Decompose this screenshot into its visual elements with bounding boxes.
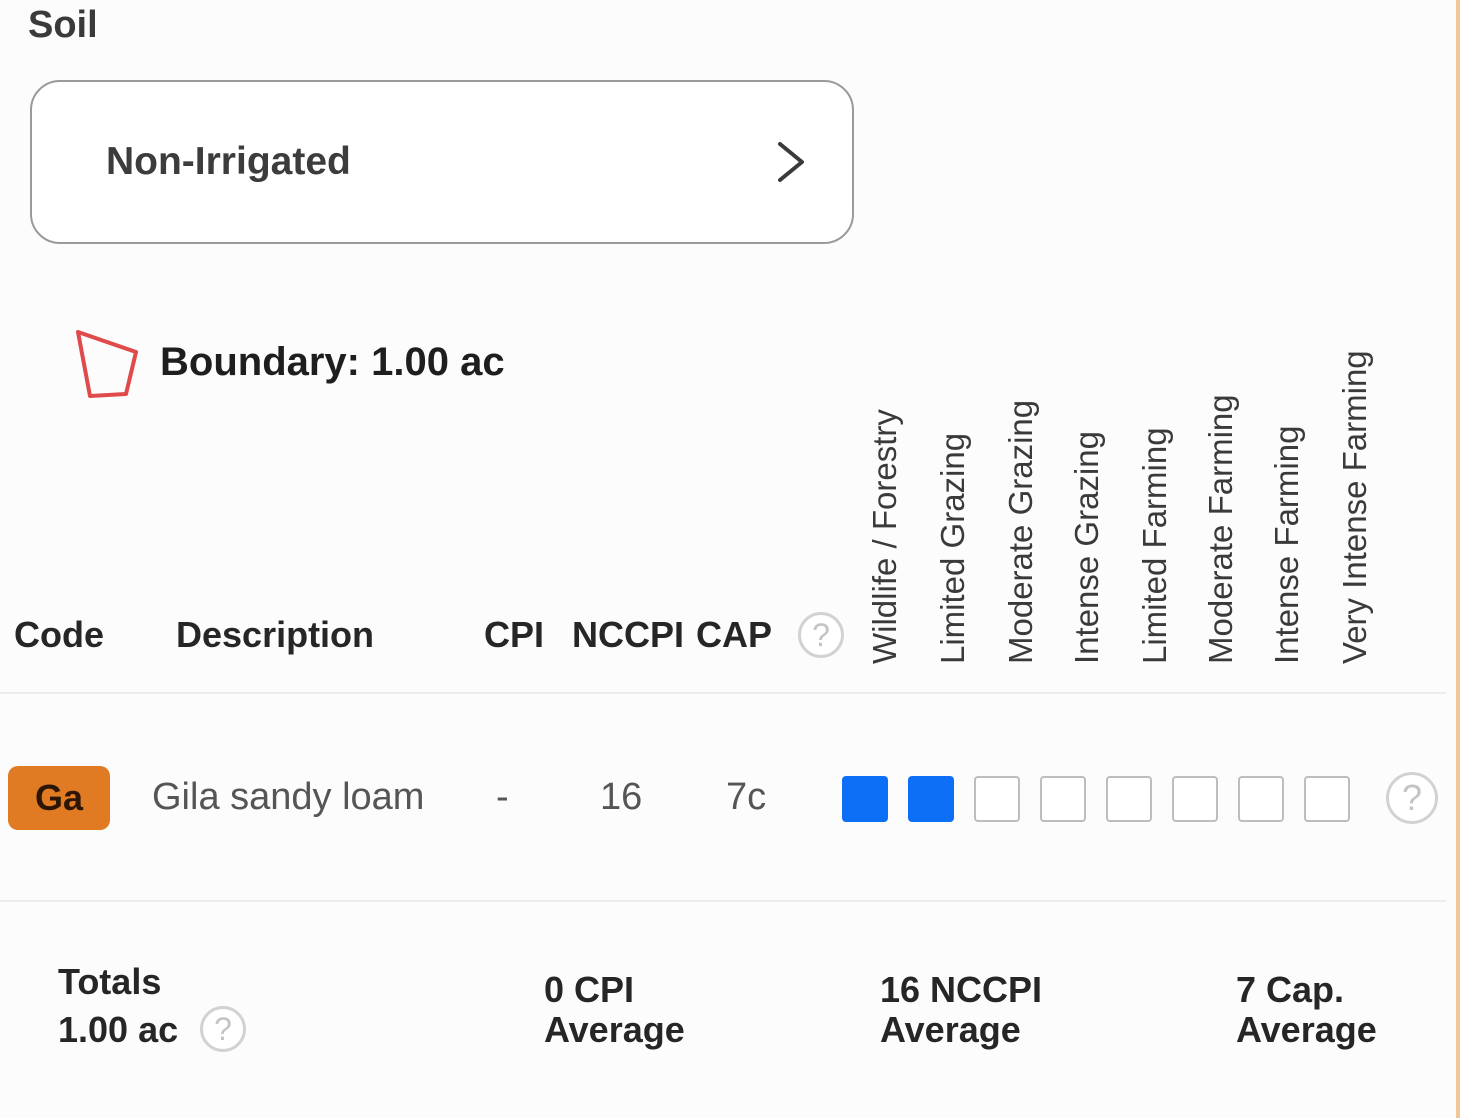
header-divider <box>0 692 1446 694</box>
totals-nccpi-value: 16 NCCPI <box>880 969 1043 1010</box>
land-use-header-moderate-grazing: Moderate Grazing <box>1002 399 1039 664</box>
capability-square-wildlife-forestry <box>842 776 888 822</box>
capability-square-very-intense-farming <box>1304 776 1350 822</box>
cap-help-icon[interactable]: ? <box>798 612 844 658</box>
column-header-cpi: CPI <box>484 614 545 655</box>
row-divider <box>0 900 1446 902</box>
section-title: Soil <box>28 4 98 46</box>
irrigation-selector-label: Non-Irrigated <box>106 140 351 183</box>
irrigation-selector-button[interactable]: Non-Irrigated <box>30 80 854 244</box>
capability-square-moderate-farming <box>1172 776 1218 822</box>
capability-square-intense-farming <box>1238 776 1284 822</box>
totals-label: Totals <box>58 961 162 1002</box>
totals-cpi-caption: Average <box>544 1009 685 1050</box>
totals-nccpi-caption: Average <box>880 1009 1021 1050</box>
soil-description: Gila sandy loam <box>152 776 425 818</box>
capability-square-moderate-grazing <box>974 776 1020 822</box>
soil-panel: Soil Non-Irrigated Boundary: 1.00 ac Cod… <box>0 0 1460 1118</box>
boundary-label: Boundary: 1.00 ac <box>160 340 505 384</box>
land-use-header-limited-grazing: Limited Grazing <box>934 432 971 664</box>
totals-cap-value: 7 Cap. <box>1236 969 1345 1010</box>
soil-code-badge: Ga <box>8 766 110 830</box>
totals-help-icon[interactable]: ? <box>200 1006 246 1052</box>
totals-cap-caption: Average <box>1236 1009 1377 1050</box>
capability-square-limited-farming <box>1106 776 1152 822</box>
column-header-cap: CAP <box>696 614 773 655</box>
row-help-icon[interactable]: ? <box>1386 772 1438 824</box>
land-use-header-intense-grazing: Intense Grazing <box>1068 431 1105 664</box>
chevron-right-icon <box>778 142 804 182</box>
soil-cpi: - <box>496 776 509 818</box>
column-header-description: Description <box>176 614 375 655</box>
capability-square-intense-grazing <box>1040 776 1086 822</box>
column-header-nccpi: NCCPI <box>572 614 685 655</box>
polygon-boundary-icon <box>76 330 138 398</box>
land-use-header-very-intense-farming: Very Intense Farming <box>1336 350 1373 664</box>
land-use-header-moderate-farming: Moderate Farming <box>1202 394 1239 664</box>
soil-cap: 7c <box>726 776 767 818</box>
land-use-header-wildlife-forestry: Wildlife / Forestry <box>866 409 903 664</box>
totals-area: 1.00 ac <box>58 1009 179 1050</box>
capability-square-limited-grazing <box>908 776 954 822</box>
soil-nccpi: 16 <box>600 776 643 818</box>
land-use-header-limited-farming: Limited Farming <box>1136 427 1173 664</box>
totals-cpi-value: 0 CPI <box>544 969 635 1010</box>
column-header-code: Code <box>14 614 104 655</box>
land-use-header-intense-farming: Intense Farming <box>1268 425 1305 664</box>
